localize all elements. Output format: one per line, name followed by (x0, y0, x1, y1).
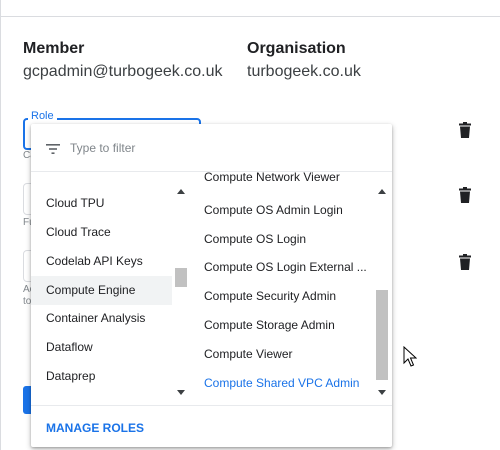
manage-roles-link[interactable]: MANAGE ROLES (46, 421, 144, 435)
role-item-selected[interactable]: Compute Shared VPC Admin (191, 369, 376, 398)
role-item[interactable]: Compute OS Login (191, 225, 376, 254)
role-list: Compute Network Viewer Compute OS Admin … (191, 172, 376, 405)
role-field-label: Role (28, 110, 57, 122)
role-item[interactable]: Compute Viewer (191, 340, 376, 369)
role-item[interactable]: Compute Network Viewer (191, 172, 376, 192)
dropdown-footer: MANAGE ROLES (31, 405, 392, 447)
member-label: Member (23, 40, 85, 57)
service-item[interactable]: Cloud TPU (31, 189, 172, 218)
scrollbar-thumb[interactable] (175, 268, 187, 287)
filter-row (31, 124, 392, 172)
scroll-down-arrow[interactable] (177, 390, 185, 395)
service-item[interactable]: Codelab API Keys (31, 247, 172, 276)
role-item[interactable]: Compute OS Login External ... (191, 253, 376, 282)
trash-icon[interactable] (458, 254, 472, 270)
role-item[interactable]: Compute OS Admin Login (191, 196, 376, 225)
filter-input[interactable] (68, 138, 368, 158)
service-item[interactable]: Cloud Trace (31, 218, 172, 247)
service-item-active[interactable]: Compute Engine (31, 276, 172, 305)
scrollbar-thumb[interactable] (376, 290, 388, 380)
role-dropdown: Cloud TPU Cloud Trace Codelab API Keys C… (31, 124, 392, 447)
organisation-value: turbogeek.co.uk (247, 63, 361, 80)
service-item[interactable]: Container Analysis (31, 304, 172, 333)
service-list: Cloud TPU Cloud Trace Codelab API Keys C… (31, 172, 188, 405)
role-item[interactable]: Compute Security Admin (191, 282, 376, 311)
service-item[interactable]: Dataflow (31, 333, 172, 362)
trash-icon[interactable] (458, 187, 472, 203)
service-item[interactable]: Dataprep (31, 362, 172, 391)
left-divider (0, 0, 1, 450)
scroll-up-arrow[interactable] (378, 189, 386, 194)
top-strip (0, 0, 500, 17)
organisation-label: Organisation (247, 40, 346, 57)
mouse-pointer-icon (403, 346, 417, 367)
scroll-up-arrow[interactable] (177, 189, 185, 194)
scroll-down-arrow[interactable] (378, 390, 386, 395)
role-item[interactable]: Compute Storage Admin (191, 311, 376, 340)
role-list-scrollbar[interactable] (375, 181, 389, 397)
member-value: gcpadmin@turbogeek.co.uk (23, 63, 223, 80)
filter-icon (46, 144, 60, 154)
service-list-scrollbar[interactable] (174, 181, 188, 397)
trash-icon[interactable] (458, 122, 472, 138)
